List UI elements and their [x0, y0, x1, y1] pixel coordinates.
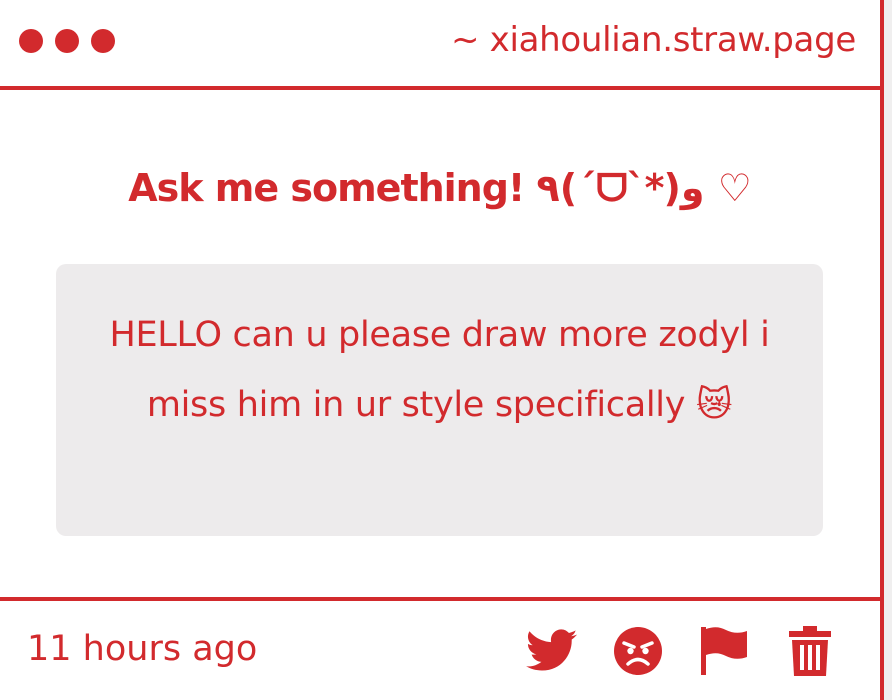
timestamp: 11 hours ago	[27, 629, 258, 669]
site-url[interactable]: ~ xiahoulian.straw.page	[451, 20, 856, 60]
action-icons	[492, 625, 836, 677]
question-card: HELLO can u please draw more zodyl i mis…	[56, 264, 823, 536]
question-text: HELLO can u please draw more zodyl i mis…	[109, 315, 770, 425]
window-dot[interactable]	[91, 29, 115, 53]
ask-page-window: ~ xiahoulian.straw.page Ask me something…	[0, 0, 892, 700]
flag-icon[interactable]	[698, 625, 750, 677]
footer-bar: 11 hours ago	[0, 601, 880, 700]
angry-face-icon[interactable]	[612, 625, 664, 677]
trash-icon[interactable]	[784, 625, 836, 677]
window-controls	[19, 29, 115, 53]
page-heading: Ask me something! ٩(´ᗜ`*)و ♡	[128, 166, 753, 210]
twitter-icon[interactable]	[526, 625, 578, 677]
window-edge	[880, 0, 892, 700]
title-divider	[0, 86, 880, 90]
title-bar: ~ xiahoulian.straw.page	[0, 0, 880, 86]
window-dot[interactable]	[55, 29, 79, 53]
window-dot[interactable]	[19, 29, 43, 53]
